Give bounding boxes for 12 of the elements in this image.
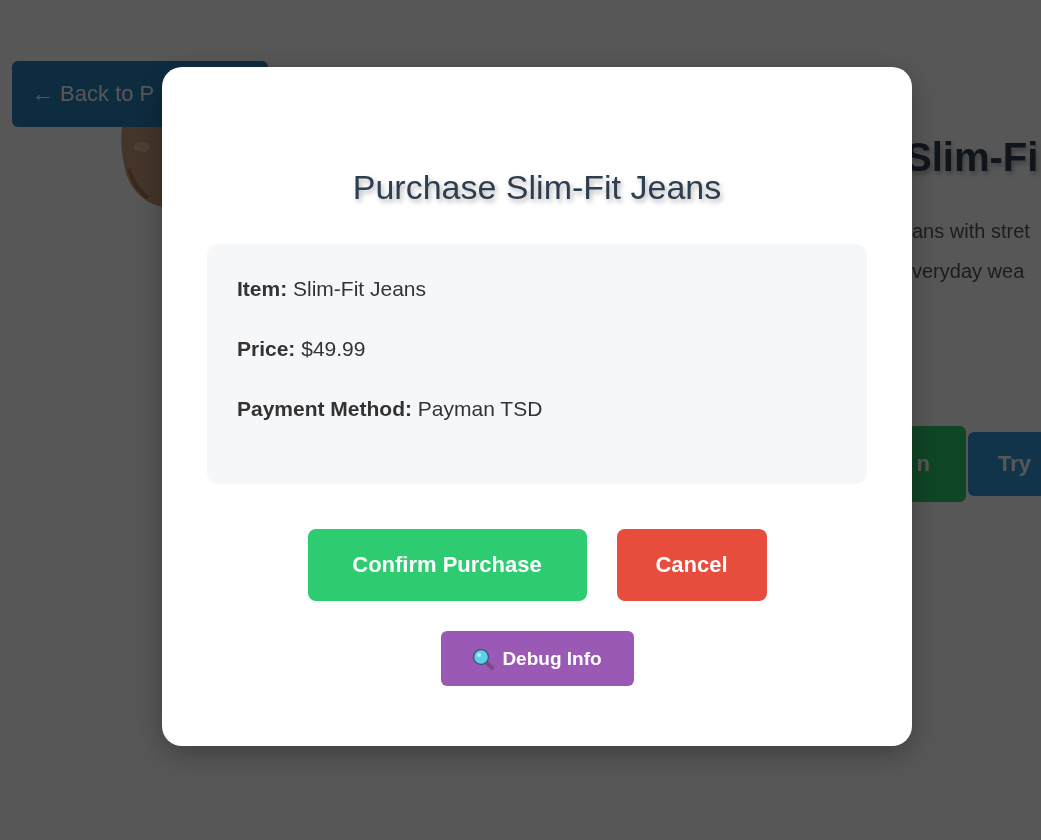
description-line: veryday wea: [911, 259, 1026, 284]
debug-button[interactable]: Debug Info: [440, 631, 634, 686]
product-title: Slim-Fi: [905, 134, 1040, 181]
detail-text: Price: $49.99: [237, 337, 367, 361]
cancel-button[interactable]: Cancel: [616, 529, 767, 601]
confirm-button[interactable]: Confirm Purchase: [307, 529, 587, 601]
detail-text: Payment Method: Payman TSD: [237, 397, 544, 421]
dialog-title: Purchase Slim-Fit Jeans: [352, 167, 722, 208]
action-button[interactable]: Try: [968, 432, 1041, 496]
detail-text: Item: Slim-Fit Jeans: [237, 277, 428, 301]
description-line: ans with stret: [911, 219, 1031, 244]
search-icon: [472, 647, 495, 670]
